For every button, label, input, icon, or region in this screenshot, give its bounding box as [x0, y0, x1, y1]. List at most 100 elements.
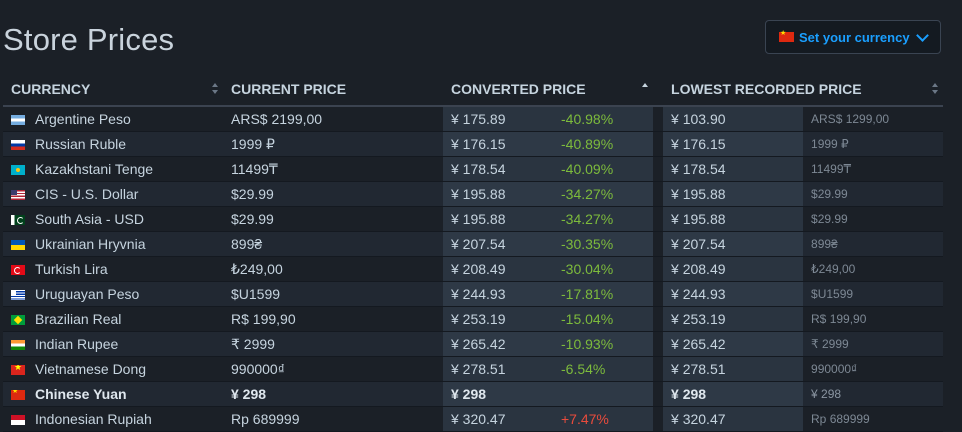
percent-difference: -30.04%: [553, 256, 654, 282]
converted-price: ¥ 320.47: [443, 406, 553, 432]
column-gap: [653, 72, 664, 107]
table-row[interactable]: Ukrainian Hryvnia 899₴ ¥ 207.54 -30.35% ¥ 20…: [3, 231, 944, 257]
column-header-current-price-label: CURRENT PRICE: [231, 80, 347, 97]
converted-price: ¥ 244.93: [443, 281, 553, 307]
currency-name: Vietnamese Dong: [27, 356, 223, 382]
current-price: $29.99: [223, 181, 443, 207]
cell-gap: [653, 131, 664, 157]
cell-gap: [653, 156, 664, 182]
table-row[interactable]: Brazilian Real R$ 199,90 ¥ 253.19 -15.04% ¥ …: [3, 306, 944, 332]
cell-gap: [653, 206, 664, 232]
currency-name: Russian Ruble: [27, 131, 223, 157]
currency-name: Uruguayan Peso: [27, 281, 223, 307]
lowest-recorded-price: ¥ 265.42: [663, 331, 804, 357]
flag-icon: [3, 131, 27, 157]
lowest-recorded-price: ¥ 298: [663, 381, 804, 407]
table-row[interactable]: Vietnamese Dong990000₫¥ 278.51-6.54%¥ 27…: [3, 356, 944, 382]
flag-icon: [3, 356, 27, 382]
china-flag-icon: [779, 29, 794, 42]
flag-icon: [3, 256, 27, 282]
percent-difference: -30.35%: [553, 231, 654, 257]
table-row[interactable]: Chinese Yuan¥ 298¥ 298¥ 298¥ 298: [3, 381, 944, 407]
lowest-original-price: ARS$ 1299,00: [803, 106, 944, 132]
table-row[interactable]: South Asia - USD $29.99 ¥ 195.88 -34.27% ¥ 1…: [3, 206, 944, 232]
table-row[interactable]: CIS - U.S. Dollar $29.99 ¥ 195.88 -34.27% ¥ …: [3, 181, 944, 207]
kz-flag-icon: [11, 165, 25, 176]
table-row[interactable]: Turkish Lira ₺249,00 ¥ 208.49 -30.04% ¥ 208.…: [3, 256, 944, 282]
flag-icon: [3, 106, 27, 132]
lowest-recorded-price: ¥ 320.47: [663, 406, 804, 432]
converted-price: ¥ 298: [443, 381, 553, 407]
column-header-currency[interactable]: CURRENCY: [3, 72, 223, 107]
converted-price: ¥ 278.51: [443, 356, 553, 382]
current-price: ₹ 2999: [223, 331, 443, 357]
table-header-row: CURRENCY CURRENT PRICE CONVERTED PRICE L…: [3, 72, 944, 107]
current-price: Rp 689999: [223, 406, 443, 432]
currency-name: Kazakhstani Tenge: [27, 156, 223, 182]
lowest-recorded-price: ¥ 207.54: [663, 231, 804, 257]
table-row[interactable]: Argentine Peso ARS$ 2199,00 ¥ 175.89 -40.98…: [3, 106, 944, 132]
sort-ascending-icon: [642, 83, 649, 95]
lowest-recorded-price: ¥ 208.49: [663, 256, 804, 282]
flag-icon: [3, 156, 27, 182]
cell-gap: [653, 256, 664, 282]
percent-difference: -6.54%: [553, 356, 654, 382]
current-price: ARS$ 2199,00: [223, 106, 443, 132]
column-header-current-price[interactable]: CURRENT PRICE: [223, 72, 443, 107]
column-header-lowest-recorded-price[interactable]: LOWEST RECORDED PRICE: [663, 72, 944, 107]
flag-icon: [3, 206, 27, 232]
table-row[interactable]: Russian Ruble 1999 ₽ ¥ 176.15 -40.89% ¥ 176.…: [3, 131, 944, 157]
lowest-recorded-price: ¥ 195.88: [663, 181, 804, 207]
set-currency-button[interactable]: Set your currency: [765, 20, 941, 54]
currency-name: Argentine Peso: [27, 106, 223, 132]
store-prices-table: CURRENCY CURRENT PRICE CONVERTED PRICE L…: [3, 72, 944, 432]
chevron-down-icon: [915, 28, 929, 42]
percent-difference: -15.04%: [553, 306, 654, 332]
table-row[interactable]: Uruguayan Peso $U1599 ¥ 244.93 -17.81% ¥ 244…: [3, 281, 944, 307]
converted-price: ¥ 253.19: [443, 306, 553, 332]
flag-icon: [3, 406, 27, 432]
lowest-original-price: Rp 689999: [803, 406, 944, 432]
ar-flag-icon: [11, 115, 25, 126]
converted-price: ¥ 178.54: [443, 156, 553, 182]
percent-difference: +7.47%: [553, 406, 654, 432]
lowest-original-price: $U1599: [803, 281, 944, 307]
flag-icon: [3, 231, 27, 257]
cell-gap: [653, 356, 664, 382]
converted-price: ¥ 175.89: [443, 106, 553, 132]
br-flag-icon: [11, 315, 25, 326]
set-currency-label: Set your currency: [799, 29, 910, 45]
percent-difference: -40.09%: [553, 156, 654, 182]
current-price: 899₴: [223, 231, 443, 257]
percent-difference: -17.81%: [553, 281, 654, 307]
converted-price: ¥ 207.54: [443, 231, 553, 257]
cell-gap: [653, 381, 664, 407]
currency-name: CIS - U.S. Dollar: [27, 181, 223, 207]
converted-price: ¥ 176.15: [443, 131, 553, 157]
pk-flag-icon: [11, 215, 25, 226]
ua-flag-icon: [11, 240, 25, 251]
cell-gap: [653, 231, 664, 257]
lowest-original-price: ₹ 2999: [803, 331, 944, 357]
percent-difference: [553, 381, 654, 407]
current-price: 11499₸: [223, 156, 443, 182]
lowest-recorded-price: ¥ 178.54: [663, 156, 804, 182]
percent-difference: -40.89%: [553, 131, 654, 157]
converted-price: ¥ 265.42: [443, 331, 553, 357]
lowest-original-price: 1999 ₽: [803, 131, 944, 157]
ru-flag-icon: [11, 140, 25, 151]
percent-difference: -40.98%: [553, 106, 654, 132]
table-row[interactable]: Kazakhstani Tenge 11499₸ ¥ 178.54 -40.09% ¥ …: [3, 156, 944, 182]
us-flag-icon: [11, 190, 25, 201]
table-row[interactable]: Indonesian Rupiah Rp 689999 ¥ 320.47 +7.47%…: [3, 406, 944, 432]
lowest-original-price: $29.99: [803, 181, 944, 207]
current-price: $U1599: [223, 281, 443, 307]
converted-price: ¥ 195.88: [443, 181, 553, 207]
table-row[interactable]: Indian Rupee ₹ 2999 ¥ 265.42 -10.93% ¥ 265.4…: [3, 331, 944, 357]
lowest-original-price: 11499₸: [803, 156, 944, 182]
lowest-original-price: 990000₫: [803, 356, 944, 382]
currency-name: Chinese Yuan: [27, 381, 223, 407]
lowest-recorded-price: ¥ 253.19: [663, 306, 804, 332]
column-header-converted-price[interactable]: CONVERTED PRICE: [443, 72, 654, 107]
in-flag-icon: [11, 340, 25, 351]
